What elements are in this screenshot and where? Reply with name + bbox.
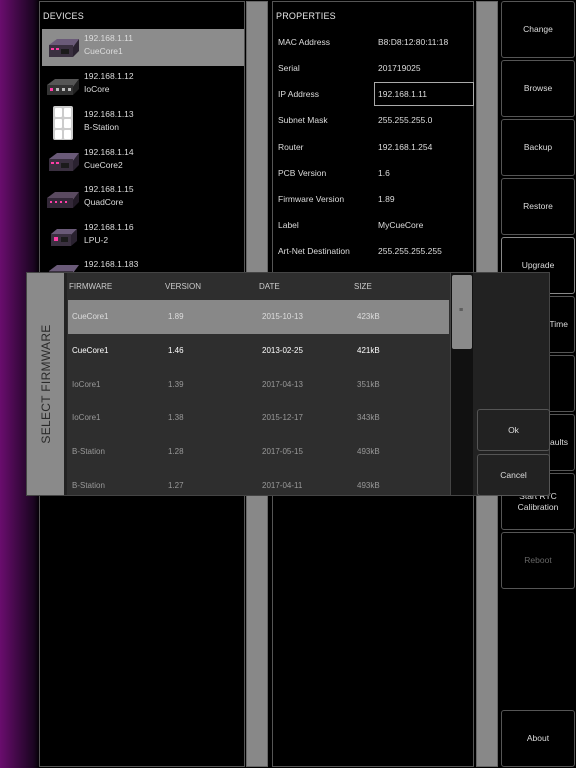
about-button[interactable]: About (501, 710, 575, 767)
device-item-iocore[interactable]: 192.168.1.12 IoCore (42, 67, 244, 104)
device-name: LPU-2 (84, 235, 109, 245)
property-label: Subnet Mask (278, 115, 328, 125)
device-item-bstation[interactable]: 192.168.1.13 B-Station (42, 105, 244, 142)
property-value: 255.255.255.255 (378, 246, 442, 256)
firmware-date: 2015-10-13 (262, 312, 303, 321)
column-header-size: SIZE (354, 282, 372, 291)
firmware-version: 1.28 (168, 447, 184, 456)
cuecore-device-icon (49, 153, 79, 171)
device-ip: 192.168.1.16 (84, 222, 134, 232)
firmware-size: 423kB (357, 312, 380, 321)
firmware-row[interactable]: IoCore1 1.39 2017-04-13 351kB (68, 368, 449, 402)
bstation-device-icon (53, 106, 73, 140)
firmware-size: 421kB (357, 346, 380, 355)
dialog-side-bar: SELECT FIRMWARE (27, 273, 64, 495)
firmware-row[interactable]: IoCore1 1.38 2015-12-17 343kB (68, 401, 449, 435)
property-label: Serial (278, 63, 300, 73)
property-value: MyCueCore (378, 220, 424, 230)
firmware-date: 2013-02-25 (262, 346, 303, 355)
cuecore-device-icon (49, 39, 79, 57)
properties-header: PROPERTIES (276, 11, 336, 21)
device-name: QuadCore (84, 197, 124, 207)
property-label: IP Address (278, 89, 319, 99)
firmware-name: IoCore1 (72, 413, 101, 422)
property-label: Label (278, 220, 299, 230)
property-value: B8:D8:12:80:11:18 (378, 37, 449, 47)
firmware-version: 1.39 (168, 380, 184, 389)
device-name: CueCore1 (84, 46, 123, 56)
firmware-row[interactable]: B-Station 1.28 2017-05-15 493kB (68, 435, 449, 469)
property-value: 255.255.255.0 (378, 115, 433, 125)
firmware-name: CueCore1 (72, 312, 109, 321)
device-item-cuecore1[interactable]: 192.168.1.11 CueCore1 (42, 29, 244, 66)
firmware-size: 493kB (357, 447, 380, 456)
firmware-date: 2017-04-11 (262, 481, 303, 490)
property-label: Router (278, 142, 304, 152)
property-label: PCB Version (278, 168, 327, 178)
column-header-firmware: FIRMWARE (69, 282, 113, 291)
lpu-device-icon (51, 229, 77, 246)
select-firmware-dialog: SELECT FIRMWARE FIRMWARE VERSION DATE SI… (26, 272, 550, 496)
ok-button[interactable]: Ok (477, 409, 550, 451)
device-ip: 192.168.1.11 (84, 33, 133, 43)
grip-icon: ≡ (459, 307, 464, 314)
backup-button[interactable]: Backup (501, 119, 575, 176)
firmware-scrollbar[interactable]: ≡ (450, 273, 473, 495)
firmware-version: 1.89 (168, 312, 184, 321)
property-value: 1.89 (378, 194, 395, 204)
firmware-name: CueCore1 (72, 346, 109, 355)
firmware-version: 1.27 (168, 481, 184, 490)
device-name: CueCore2 (84, 160, 123, 170)
firmware-size: 493kB (357, 481, 380, 490)
property-label: Firmware Version (278, 194, 345, 204)
device-name: B-Station (84, 122, 119, 132)
iocore-device-icon (47, 79, 79, 95)
firmware-name: B-Station (72, 447, 105, 456)
quadcore-device-icon (47, 192, 79, 208)
device-ip: 192.168.1.183 (84, 259, 139, 269)
column-header-version: VERSION (165, 282, 202, 291)
firmware-name: IoCore1 (72, 380, 101, 389)
device-ip: 192.168.1.14 (84, 147, 134, 157)
device-ip: 192.168.1.12 (84, 71, 134, 81)
property-value: 1.6 (378, 168, 390, 178)
change-button[interactable]: Change (501, 1, 575, 58)
firmware-date: 2017-04-13 (262, 380, 303, 389)
device-item-cuecore2[interactable]: 192.168.1.14 CueCore2 (42, 143, 244, 180)
firmware-date: 2017-05-15 (262, 447, 303, 456)
restore-button[interactable]: Restore (501, 178, 575, 235)
reboot-button: Reboot (501, 532, 575, 589)
property-value: 201719025 (378, 63, 421, 73)
firmware-version: 1.46 (168, 346, 184, 355)
device-item-quadcore[interactable]: 192.168.1.15 QuadCore (42, 180, 244, 217)
firmware-version: 1.38 (168, 413, 184, 422)
firmware-row[interactable]: CueCore1 1.46 2013-02-25 421kB (68, 334, 449, 368)
devices-header: DEVICES (43, 11, 84, 21)
device-ip: 192.168.1.13 (84, 109, 134, 119)
device-name: IoCore (84, 84, 110, 94)
column-header-date: DATE (259, 282, 280, 291)
dialog-title: SELECT FIRMWARE (39, 324, 53, 444)
property-label: Art-Net Destination (278, 246, 350, 256)
firmware-row[interactable]: CueCore1 1.89 2015-10-13 423kB (68, 300, 449, 334)
firmware-size: 343kB (357, 413, 380, 422)
property-value: 192.168.1.254 (378, 142, 433, 152)
ip-address-value[interactable]: 192.168.1.11 (378, 89, 427, 99)
device-ip: 192.168.1.15 (84, 184, 134, 194)
property-label: MAC Address (278, 37, 330, 47)
firmware-size: 351kB (357, 380, 380, 389)
firmware-row[interactable]: B-Station 1.27 2017-04-11 493kB (68, 469, 449, 495)
firmware-table: FIRMWARE VERSION DATE SIZE CueCore1 1.89… (67, 273, 450, 495)
firmware-name: B-Station (72, 481, 105, 490)
device-item-lpu2[interactable]: 192.168.1.16 LPU-2 (42, 218, 244, 255)
firmware-date: 2015-12-17 (262, 413, 303, 422)
cancel-button[interactable]: Cancel (477, 454, 550, 496)
browse-button[interactable]: Browse (501, 60, 575, 117)
scrollbar-thumb[interactable]: ≡ (452, 275, 472, 349)
